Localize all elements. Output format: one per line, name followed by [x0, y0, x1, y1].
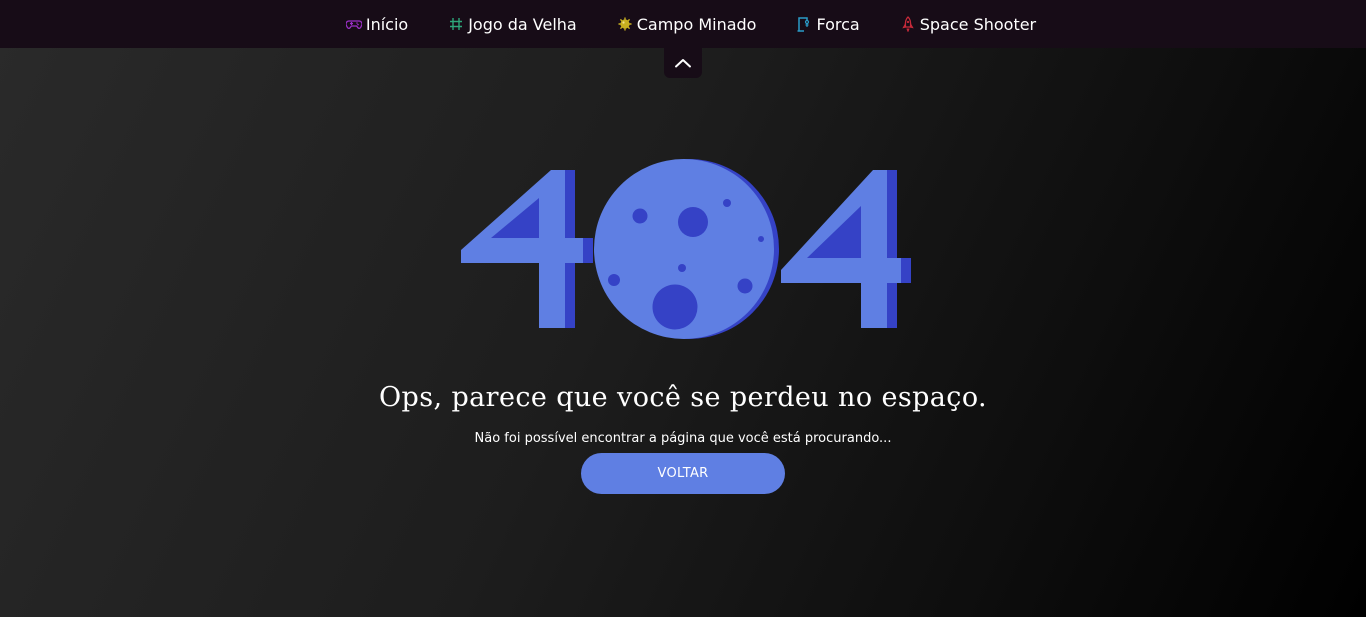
digit-four-left — [461, 170, 593, 328]
nav-item-label: Início — [365, 14, 409, 34]
top-navigation: Início Jogo da Velha Campo Minado Forca — [0, 0, 1366, 48]
nav-item-label: Forca — [816, 14, 860, 34]
hash-icon — [450, 18, 463, 30]
mine-icon — [618, 17, 632, 31]
error-404-illustration — [461, 159, 911, 339]
error-message: Não foi possível encontrar a página que … — [474, 431, 892, 446]
nav-item-jogo-da-velha[interactable]: Jogo da Velha — [448, 15, 577, 34]
nav-item-inicio[interactable]: Início — [345, 14, 409, 34]
nav-item-space-shooter[interactable]: Space Shooter — [900, 15, 1036, 34]
gamepad-icon — [345, 20, 362, 29]
back-button[interactable]: VOLTAR — [581, 453, 785, 494]
collapse-nav-button[interactable] — [664, 48, 702, 78]
nav-item-label: Space Shooter — [919, 14, 1037, 34]
nav-item-label: Jogo da Velha — [468, 14, 577, 34]
rocket-icon — [902, 16, 914, 32]
digit-four-right — [781, 170, 911, 328]
error-headline: Ops, parece que você se perdeu no espaço… — [379, 382, 987, 413]
nav-item-campo-minado[interactable]: Campo Minado — [617, 14, 757, 34]
moon-zero — [594, 159, 779, 339]
chevron-up-icon — [675, 59, 691, 68]
gallows-icon — [797, 17, 810, 32]
nav-item-label: Campo Minado — [636, 14, 757, 34]
nav-item-forca[interactable]: Forca — [796, 14, 860, 34]
